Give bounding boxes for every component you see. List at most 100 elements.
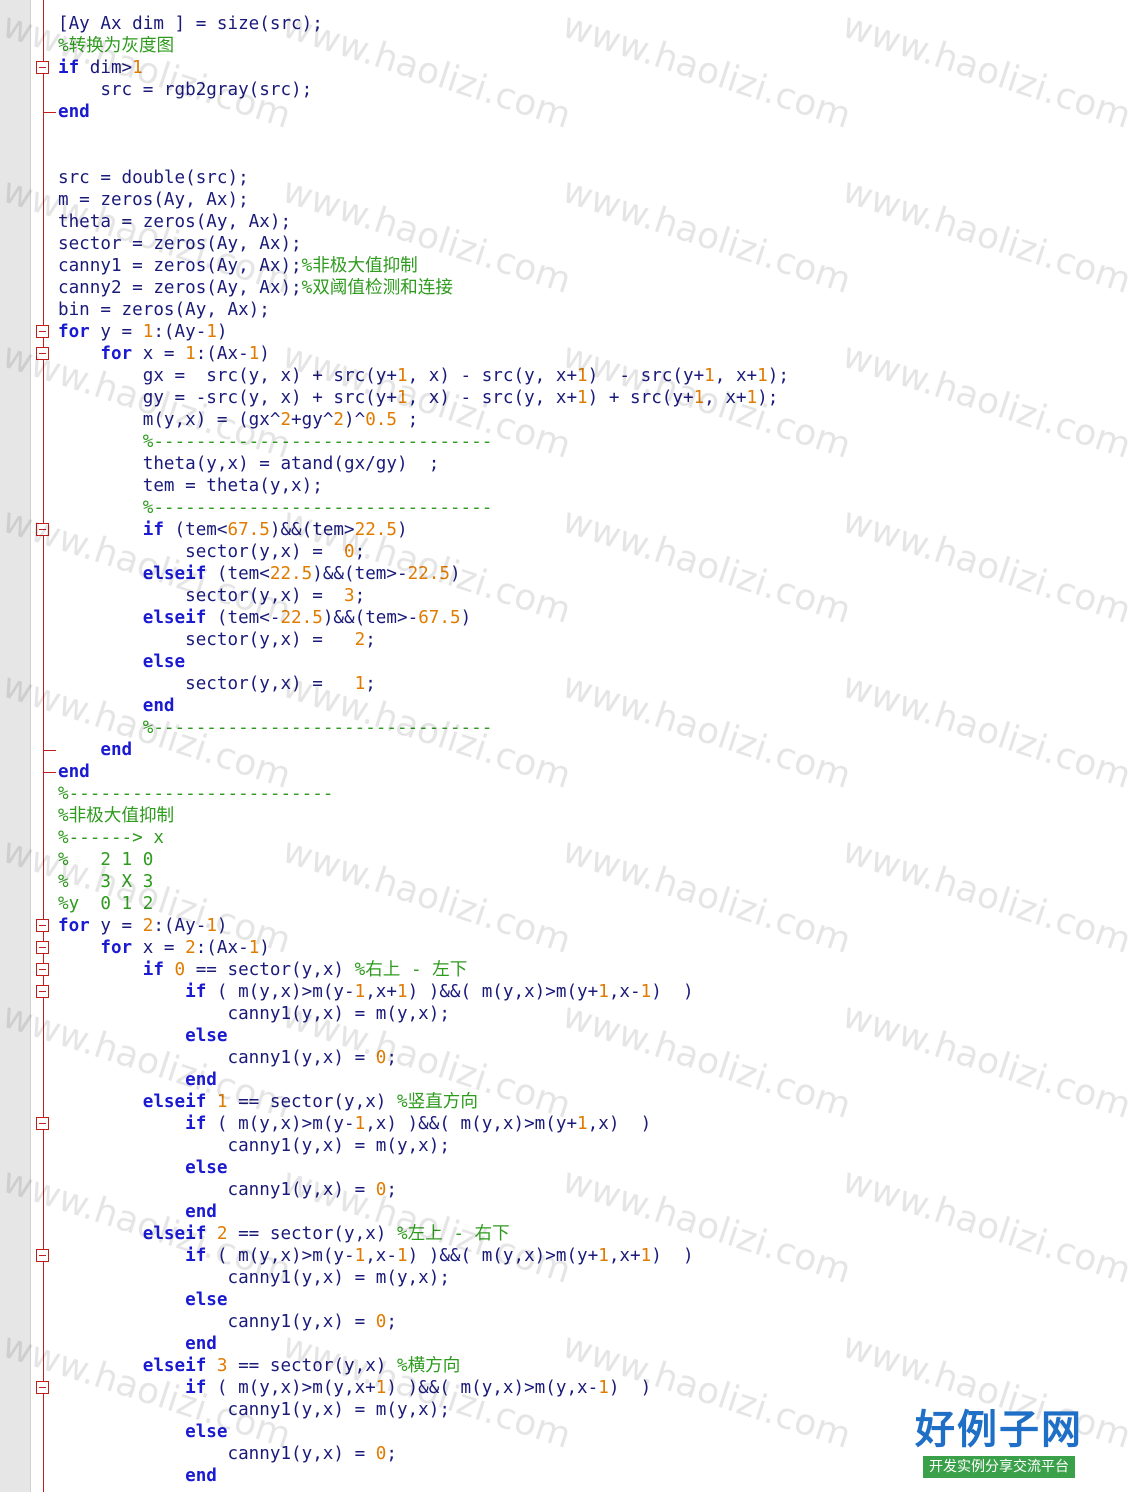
code-comment: % 2 1 0 [58,850,154,870]
code-comment: %y 0 1 2 [58,894,154,914]
fold-collapse-icon[interactable] [36,1381,49,1394]
code-line: % 3 X 3 [58,871,789,893]
code-text: ) ) [651,982,694,1002]
code-line: end [58,1333,789,1355]
code-keyword: end [58,762,90,782]
code-text: canny1(y,x) = m(y,x); [58,1400,450,1420]
code-number: 1 [396,366,408,386]
code-line: gx = src(y, x) + src(y+1, x) - src(y, x+… [58,365,789,387]
code-number: 1 [132,58,143,78]
code-text: ) [460,608,472,628]
fold-collapse-icon[interactable] [36,61,49,74]
code-line: canny1(y,x) = m(y,x); [58,1003,789,1025]
code-comment: %-------------------------------- [142,432,493,452]
code-keyword: end [100,740,133,760]
code-text: :(Ax- [195,344,249,364]
code-text: ; [354,586,366,606]
code-number: 2 [333,410,345,430]
code-text: theta(y,x) = atand(gx/gy) ; [58,454,440,474]
code-text: ; [354,542,366,562]
code-text: :(Ax- [195,938,249,958]
code-line: src = rgb2gray(src); [58,79,789,101]
code-line: else [58,1157,789,1179]
fold-collapse-icon[interactable] [36,919,49,932]
code-text: canny1(y,x) = [58,1444,376,1464]
code-text: sector(y,x) = [58,674,355,694]
watermark-text: www.haolizi.com [837,500,1134,632]
code-text: , x+ [714,366,758,386]
fold-collapse-icon[interactable] [36,523,49,536]
code-text: gx = src(y, x) + src(y+ [58,366,397,386]
code-number: 1 [216,1092,228,1112]
code-line: canny1(y,x) = 0; [58,1179,789,1201]
code-line: elseif (tem<22.5)&&(tem>-22.5) [58,563,789,585]
code-line: %-------------------------------- [58,497,789,519]
code-text: ( m(y,x)>m(y- [206,1114,355,1134]
code-comment: %非极大值抑制 [58,806,175,826]
fold-collapse-icon[interactable] [36,1117,49,1130]
code-comment: %------> x [58,828,164,848]
code-text: theta = zeros(Ay, Ax); [58,212,292,232]
code-number: 1 [640,1246,652,1266]
code-number: 1 [757,366,768,386]
code-line: if ( m(y,x)>m(y,x+1) )&&( m(y,x)>m(y,x-1… [58,1377,789,1399]
code-line: for y = 2:(Ay-1) [58,915,789,937]
code-number: 2 [354,630,366,650]
fold-end-marker [43,112,56,113]
code-keyword: end [185,1202,217,1222]
code-number: 2 [185,938,196,958]
code-editor[interactable]: [Ay Ax dim ] = size(src); %转换为灰度图 if dim>1… [58,13,789,1487]
fold-collapse-icon[interactable] [36,985,49,998]
code-text: ; [386,1180,397,1200]
code-text: canny1 = zeros(Ay, Ax); [58,256,302,276]
code-keyword: if [185,1378,207,1398]
code-line: if 0 == sector(y,x) %右上 - 左下 [58,959,789,981]
code-text: ; [365,630,376,650]
code-text: (tem< [206,564,270,584]
fold-collapse-icon[interactable] [36,347,49,360]
code-keyword: end [58,102,90,122]
code-number: 0 [174,960,186,980]
code-text: y = [89,322,143,342]
code-text: ) )&&( m(y,x)>m(y+ [407,1246,599,1266]
code-text: [Ay Ax dim ] = size(src); [58,14,323,34]
code-comment: %竖直方向 [396,1092,478,1112]
code-line: if ( m(y,x)>m(y-1,x) )&&( m(y,x)>m(y+1,x… [58,1113,789,1135]
code-line: if ( m(y,x)>m(y-1,x+1) )&&( m(y,x)>m(y+1… [58,981,789,1003]
code-number: 1 [142,322,154,342]
code-number: 1 [375,1378,387,1398]
fold-collapse-icon[interactable] [36,941,49,954]
fold-collapse-icon[interactable] [36,1249,49,1262]
code-keyword: elseif [142,1092,207,1112]
code-keyword: if [142,960,164,980]
code-number: 22.5 [354,520,397,540]
code-keyword: else [185,1026,228,1046]
code-line: %------------------------- [58,783,789,805]
code-line: elseif 3 == sector(y,x) %横方向 [58,1355,789,1377]
fold-collapse-icon[interactable] [36,963,49,976]
code-comment: %左上 - 右下 [396,1224,510,1244]
logo-subtitle: 开发实例分享交流平台 [923,1456,1075,1478]
code-text: ); [757,388,779,408]
code-keyword: elseif [142,1224,207,1244]
code-line: canny1(y,x) = m(y,x); [58,1399,789,1421]
code-number: 2 [216,1224,228,1244]
code-text: ,x) )&&( m(y,x)>m(y+ [365,1114,578,1134]
fold-end-marker [43,750,56,751]
code-text: ); [767,366,789,386]
code-number: 0 [375,1312,387,1332]
code-text: sector(y,x) = [58,630,355,650]
fold-collapse-icon[interactable] [36,325,49,338]
code-line: canny1(y,x) = m(y,x); [58,1135,789,1157]
